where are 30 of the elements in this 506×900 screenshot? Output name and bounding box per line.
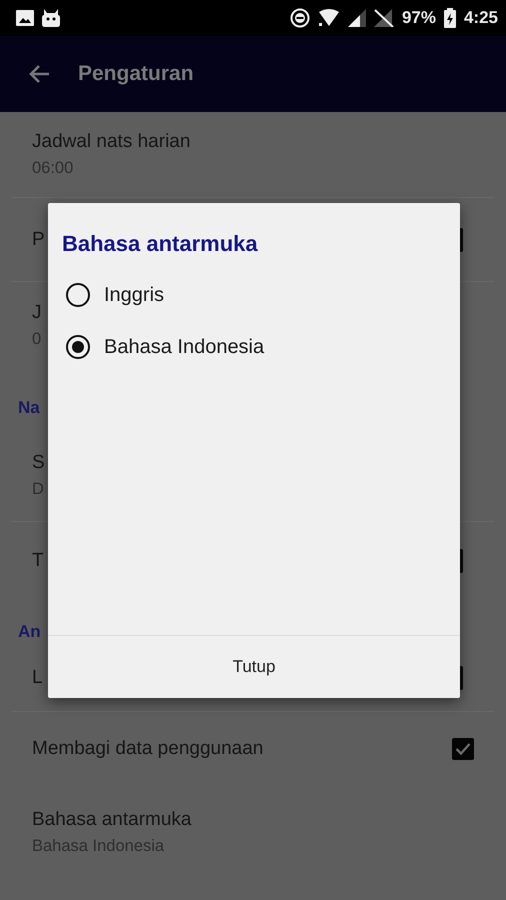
radio-button[interactable]: [66, 335, 90, 359]
screen-title: Pengaturan: [78, 62, 194, 86]
wifi-icon: [318, 9, 340, 27]
checkbox-edge[interactable]: [460, 228, 463, 252]
checkbox[interactable]: [452, 738, 474, 760]
no-sim-signal-icon: [374, 9, 394, 27]
setting-title: Bahasa antarmuka: [32, 809, 192, 831]
setting-title: L: [32, 667, 43, 689]
language-option[interactable]: Bahasa Indonesia: [66, 321, 264, 373]
checkbox-edge[interactable]: [460, 666, 463, 690]
language-option[interactable]: Inggris: [66, 269, 164, 321]
clock-time: 4:25: [464, 8, 498, 28]
image-icon: [16, 10, 34, 26]
robot-icon: [42, 9, 60, 27]
setting-title: J: [32, 302, 42, 324]
battery-percentage: 97%: [402, 8, 436, 28]
setting-title: T: [32, 550, 44, 572]
setting-title: S: [32, 452, 45, 474]
signal-icon: [348, 9, 366, 27]
section-header: Na: [18, 398, 40, 418]
radio-button[interactable]: [66, 283, 90, 307]
setting-title: Jadwal nats harian: [32, 131, 190, 153]
checkbox-edge[interactable]: [460, 549, 463, 573]
section-header: An: [18, 622, 41, 642]
setting-title: P: [32, 228, 45, 250]
close-button[interactable]: Tutup: [220, 649, 288, 685]
dialog-title: Bahasa antarmuka: [61, 230, 259, 258]
battery-charging-icon: [444, 8, 456, 28]
setting-title: Membagi data penggunaan: [32, 738, 264, 760]
do-not-disturb-icon: [290, 8, 310, 28]
